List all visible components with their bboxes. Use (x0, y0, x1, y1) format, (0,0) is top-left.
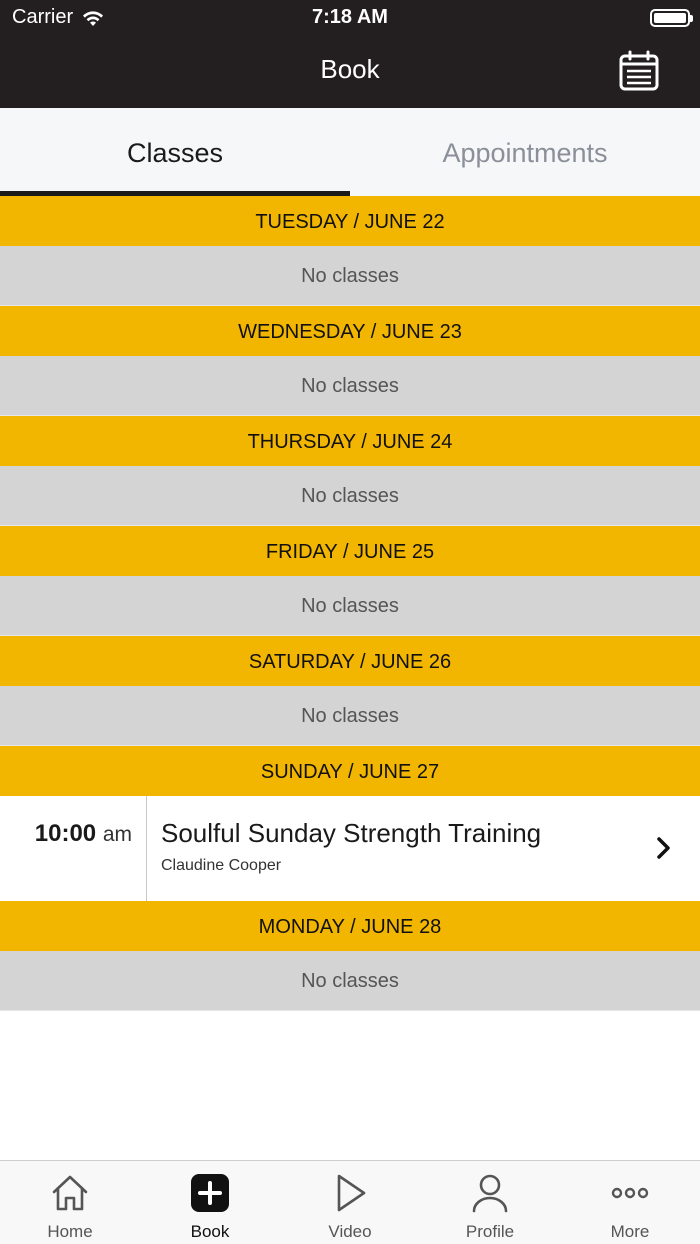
day-header: TUESDAY / JUNE 22 (0, 196, 700, 246)
tabbar-label: Home (47, 1222, 93, 1241)
tabbar-home[interactable]: Home (0, 1161, 140, 1244)
home-icon (52, 1175, 88, 1211)
no-classes-row: No classes (0, 246, 700, 306)
more-icon (611, 1187, 649, 1199)
day-header: WEDNESDAY / JUNE 23 (0, 306, 700, 356)
status-time: 7:18 AM (312, 6, 388, 28)
top-bar: Carrier 7:18 AM Book (0, 0, 700, 108)
class-instructor: Claudine Cooper (161, 857, 282, 874)
day-header: SUNDAY / JUNE 27 (0, 746, 700, 796)
status-bar: Carrier 7:18 AM (0, 0, 700, 36)
class-name: Soulful Sunday Strength Training (161, 818, 542, 848)
calendar-icon[interactable] (618, 50, 660, 92)
tabbar-label: Video (328, 1222, 372, 1241)
class-time: 10:00 am (0, 796, 147, 901)
bottom-tab-bar: Home Book Video Profile More (0, 1160, 700, 1244)
tabbar-video[interactable]: Video (280, 1161, 420, 1244)
tabbar-book[interactable]: Book (140, 1161, 280, 1244)
class-info: Soulful Sunday Strength Training Claudin… (147, 796, 700, 901)
no-classes-row: No classes (0, 686, 700, 746)
class-time-ampm: am (102, 823, 132, 846)
tabbar-profile[interactable]: Profile (420, 1161, 560, 1244)
tabbar-label: Book (190, 1222, 230, 1241)
no-classes-row: No classes (0, 576, 700, 636)
day-header: FRIDAY / JUNE 25 (0, 526, 700, 576)
class-time-value: 10:00 (34, 820, 97, 847)
no-classes-row: No classes (0, 951, 700, 1011)
booking-tabs: Classes Appointments (0, 108, 700, 196)
tabbar-label: Profile (465, 1222, 515, 1241)
battery-icon (650, 9, 693, 27)
tab-appointments[interactable]: Appointments (350, 108, 700, 196)
no-classes-row: No classes (0, 356, 700, 416)
play-icon (337, 1174, 366, 1212)
schedule-list: TUESDAY / JUNE 22 No classes WEDNESDAY /… (0, 196, 700, 1011)
day-header: THURSDAY / JUNE 24 (0, 416, 700, 466)
tabbar-more[interactable]: More (560, 1161, 700, 1244)
no-classes-row: No classes (0, 466, 700, 526)
day-header: SATURDAY / JUNE 26 (0, 636, 700, 686)
person-icon (472, 1174, 508, 1213)
chevron-right-icon[interactable] (656, 836, 672, 860)
class-row[interactable]: 10:00 am Soulful Sunday Strength Trainin… (0, 796, 700, 901)
page-title: Book (320, 54, 380, 84)
tabbar-label: More (610, 1222, 650, 1241)
tab-classes[interactable]: Classes (0, 108, 350, 196)
day-header: MONDAY / JUNE 28 (0, 901, 700, 951)
plus-icon (191, 1174, 229, 1212)
